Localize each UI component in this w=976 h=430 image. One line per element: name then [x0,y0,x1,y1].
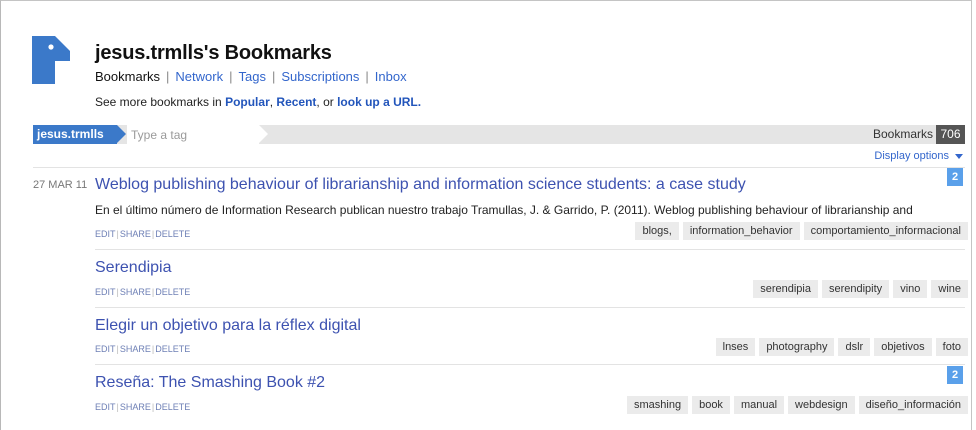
page-title: jesus.trmlls's Bookmarks [95,42,332,64]
edit-link[interactable]: EDIT [95,229,116,239]
bookmark-title-link[interactable]: Serendipia [95,259,172,277]
bookmark-title-link[interactable]: Elegir un objetivo para la réflex digita… [95,317,361,335]
action-separator: | [151,402,155,412]
share-link[interactable]: SHARE [120,402,151,412]
nav-bookmarks[interactable]: Bookmarks [95,69,160,84]
tag-chip[interactable]: manual [733,396,785,414]
tag-chip[interactable]: vino [893,280,928,298]
bookmarks-count-label: Bookmarks [872,127,933,141]
bookmark-tags: serendipia serendipity vino wine [753,280,968,298]
bookmark-actions: EDIT|SHARE|DELETE [95,229,190,239]
lookup-url-link[interactable]: look up a URL. [337,95,421,109]
bookmark-tags: blogs, information_behavior comportamien… [635,222,968,240]
save-count-badge[interactable]: 2 [947,366,963,384]
tag-chip[interactable]: comportamiento_informacional [803,222,968,240]
action-separator: | [116,402,119,412]
delete-link[interactable]: DELETE [155,229,190,239]
delete-link[interactable]: DELETE [155,344,190,354]
nav-inbox[interactable]: Inbox [375,69,407,84]
nav-separator: | [365,69,369,84]
action-separator: | [116,287,119,297]
bookmark-tags: smashing book manual webdesign diseño_in… [627,396,968,414]
action-separator: | [151,344,155,354]
display-options-button[interactable]: Display options [874,150,963,162]
tag-chip[interactable]: diseño_información [858,396,968,414]
tag-chip[interactable]: photography [759,338,835,356]
bookmark-description: En el último número de Information Resea… [95,203,913,217]
nav-separator: | [229,69,233,84]
popular-link[interactable]: Popular [225,95,270,109]
user-nav: Bookmarks | Network | Tags | Subscriptions | Inb… [95,69,407,84]
tag-chip[interactable]: objetivos [874,338,932,356]
bookmarks-count-badge: 706 [936,125,965,144]
tag-chip[interactable]: serendipia [753,280,818,298]
divider [33,167,965,168]
tag-chip[interactable]: blogs, [635,222,679,240]
divider [95,364,965,365]
tag-chip[interactable]: serendipity [821,280,890,298]
nav-separator: | [271,69,276,84]
tag-chip[interactable]: book [692,396,730,414]
action-separator: | [151,229,155,239]
bookmark-title-link[interactable]: Weblog publishing behaviour of librarian… [95,176,746,194]
bookmark-actions: EDIT|SHARE|DELETE [95,402,190,412]
nav-tags[interactable]: Tags [239,69,266,84]
tag-chip[interactable]: webdesign [788,396,855,414]
tag-chip[interactable]: wine [931,280,968,298]
user-crumb[interactable]: jesus.trmlls [33,125,126,144]
tag-input[interactable] [127,125,259,144]
bookmark-actions: EDIT|SHARE|DELETE [95,344,190,354]
tag-chip[interactable]: smashing [627,396,689,414]
action-separator: | [116,344,119,354]
nav-separator: | [166,69,170,84]
share-link[interactable]: SHARE [120,344,151,354]
tag-chip[interactable]: dslr [838,338,871,356]
tag-chip[interactable]: information_behavior [682,222,800,240]
tag-input-arrow [259,125,268,143]
nav-network[interactable]: Network [175,69,223,84]
tag-filter-bar: jesus.trmlls Bookmarks 706 [33,125,965,144]
caret-down-icon [955,153,963,159]
tag-chip[interactable]: foto [935,338,968,356]
see-more-or: , or [316,95,338,109]
edit-link[interactable]: EDIT [95,287,116,297]
edit-link[interactable]: EDIT [95,344,116,354]
edit-link[interactable]: EDIT [95,402,116,412]
action-separator: | [151,287,155,297]
divider [95,307,965,308]
bookmark-tags: lnses photography dslr objetivos foto [715,338,968,356]
delete-link[interactable]: DELETE [155,287,190,297]
nav-subscriptions[interactable]: Subscriptions [281,69,359,84]
share-link[interactable]: SHARE [120,229,151,239]
save-count-badge[interactable]: 2 [947,168,963,186]
bookmark-title-link[interactable]: Reseña: The Smashing Book #2 [95,374,325,392]
divider [95,249,965,250]
delicious-logo-icon[interactable] [32,36,70,84]
share-link[interactable]: SHARE [120,287,151,297]
see-more-line: See more bookmarks in Popular, Recent, o… [95,95,421,109]
delete-link[interactable]: DELETE [155,402,190,412]
tag-chip[interactable]: lnses [715,338,756,356]
display-options-label: Display options [874,150,949,162]
action-separator: | [116,229,119,239]
bookmark-actions: EDIT|SHARE|DELETE [95,287,190,297]
recent-link[interactable]: Recent [276,95,316,109]
bookmark-date: 27 MAR 11 [33,179,88,191]
see-more-prefix: See more bookmarks in [95,95,226,109]
